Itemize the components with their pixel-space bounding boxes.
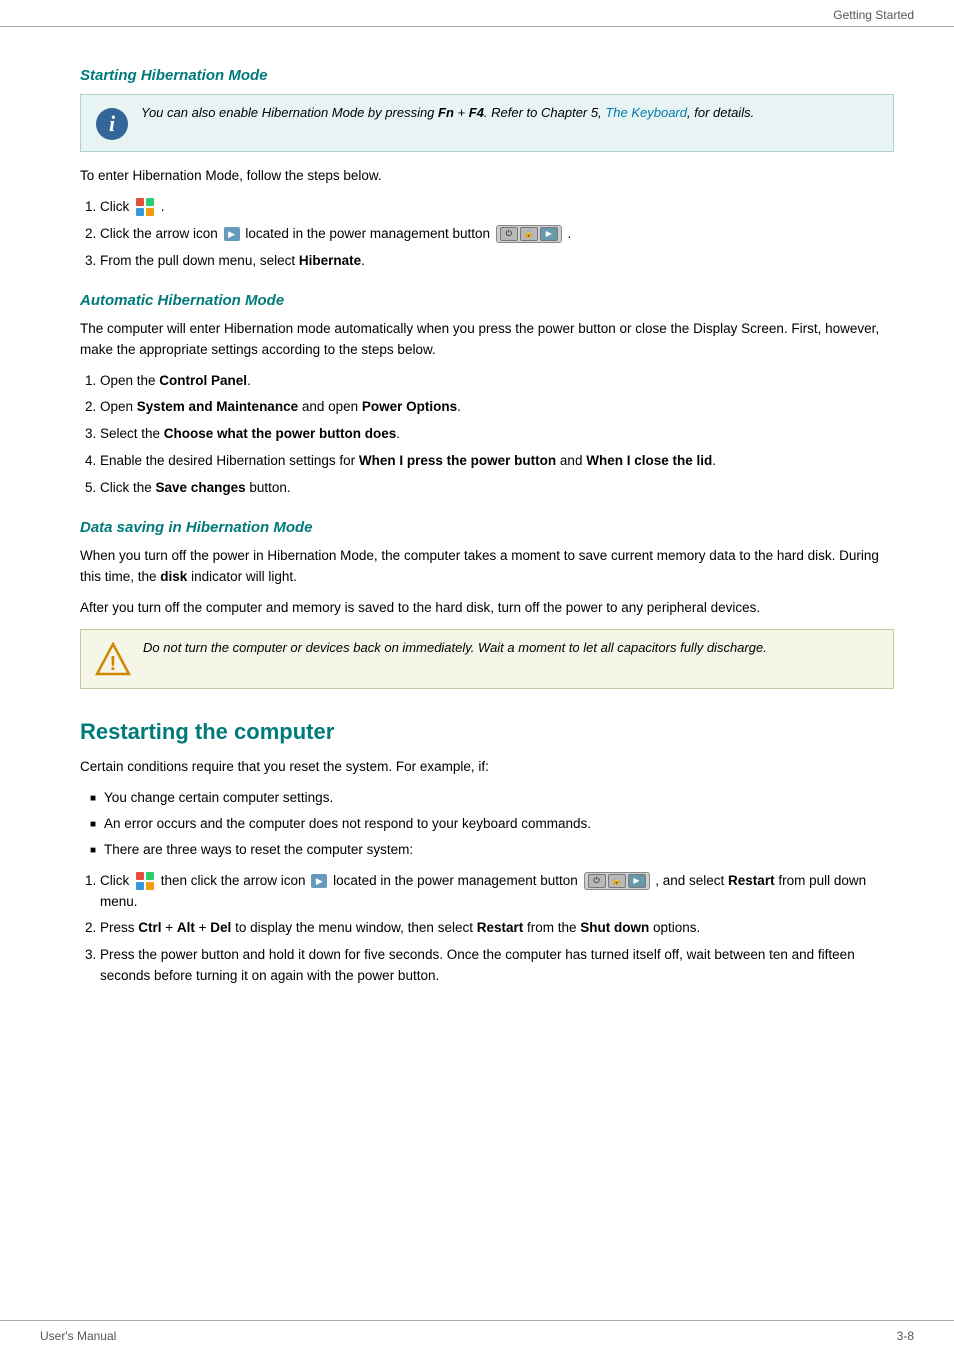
ctrl-bold: Ctrl bbox=[138, 920, 161, 935]
data-saving-para2: After you turn off the computer and memo… bbox=[80, 598, 894, 619]
info-box: i You can also enable Hibernation Mode b… bbox=[80, 94, 894, 152]
step2-period: . bbox=[568, 226, 572, 241]
info-suffix: . Refer to Chapter 5, bbox=[484, 105, 605, 120]
step2-pre: Click the arrow icon bbox=[100, 226, 218, 241]
disk-bold: disk bbox=[160, 569, 187, 584]
auto-step-1: Open the Control Panel. bbox=[100, 371, 894, 392]
warning-text: Do not turn the computer or devices back… bbox=[143, 640, 767, 655]
step2-mid: located in the power management button bbox=[245, 226, 490, 241]
info-f4: F4 bbox=[469, 105, 484, 120]
restart-step-1: Click then click the arrow icon ▶ locate… bbox=[100, 871, 894, 913]
arrow-icon: ▶ bbox=[224, 227, 240, 241]
restart-step-3: Press the power button and hold it down … bbox=[100, 945, 894, 987]
footer-right: 3-8 bbox=[897, 1329, 914, 1343]
bottom-bar: User's Manual 3-8 bbox=[0, 1320, 954, 1351]
warning-box: ! Do not turn the computer or devices ba… bbox=[80, 629, 894, 689]
auto-step2-bold1: System and Maintenance bbox=[137, 399, 298, 414]
power-management-strip: ⏻ 🔒 ▶ bbox=[496, 225, 562, 243]
main-content: Starting Hibernation Mode i You can also… bbox=[0, 27, 954, 1027]
starting-hibernation-intro: To enter Hibernation Mode, follow the st… bbox=[80, 166, 894, 187]
starting-hibernation-steps: Click . Click the arrow icon ▶ located i… bbox=[100, 197, 894, 272]
restarting-title: Restarting the computer bbox=[80, 719, 894, 745]
info-end: , for details. bbox=[687, 105, 754, 120]
starting-hibernation-title: Starting Hibernation Mode bbox=[80, 67, 894, 84]
info-icon: i bbox=[95, 107, 129, 141]
svg-text:!: ! bbox=[110, 653, 117, 675]
step1-pre: Click bbox=[100, 199, 129, 214]
bullet-2-text: An error occurs and the computer does no… bbox=[104, 814, 591, 835]
auto-step4-bold1: When I press the power button bbox=[359, 453, 556, 468]
automatic-hibernation-steps: Open the Control Panel. Open System and … bbox=[100, 371, 894, 500]
pm2-power-btn: ⏻ bbox=[588, 874, 606, 888]
info-plus1: + bbox=[454, 105, 469, 120]
power-management-strip-2: ⏻ 🔒 ▶ bbox=[584, 872, 650, 890]
data-saving-title: Data saving in Hibernation Mode bbox=[80, 519, 894, 536]
auto-step3-bold: Choose what the power button does bbox=[164, 426, 397, 441]
auto-step-2: Open System and Maintenance and open Pow… bbox=[100, 397, 894, 418]
pm-power-btn: ⏻ bbox=[500, 227, 518, 241]
bullet-1: You change certain computer settings. bbox=[90, 788, 894, 809]
del-bold: Del bbox=[210, 920, 231, 935]
info-text: You can also enable Hibernation Mode by … bbox=[141, 105, 754, 120]
auto-step5-bold: Save changes bbox=[156, 480, 246, 495]
bullet-3-text: There are three ways to reset the comput… bbox=[104, 840, 413, 861]
data-saving-para1-end: indicator will light. bbox=[187, 569, 297, 584]
top-bar: Getting Started bbox=[0, 0, 954, 27]
step3-pre: From the pull down menu, select bbox=[100, 253, 295, 268]
pm2-arrow-btn: ▶ bbox=[628, 874, 646, 888]
auto-step2-bold2: Power Options bbox=[362, 399, 457, 414]
restarting-intro: Certain conditions require that you rese… bbox=[80, 757, 894, 778]
restarting-steps: Click then click the arrow icon ▶ locate… bbox=[100, 871, 894, 988]
restart-bold: Restart bbox=[728, 873, 775, 888]
auto-step4-bold2: When I close the lid bbox=[586, 453, 712, 468]
data-saving-para1: When you turn off the power in Hibernati… bbox=[80, 546, 894, 588]
auto-step1-bold: Control Panel bbox=[159, 373, 247, 388]
info-fn: Fn bbox=[438, 105, 454, 120]
step3-end: . bbox=[361, 253, 365, 268]
restart-bold2: Restart bbox=[477, 920, 524, 935]
auto-step-5: Click the Save changes button. bbox=[100, 478, 894, 499]
restarting-bullets: You change certain computer settings. An… bbox=[90, 788, 894, 861]
bullet-1-text: You change certain computer settings. bbox=[104, 788, 333, 809]
step-3: From the pull down menu, select Hibernat… bbox=[100, 251, 894, 272]
footer-left: User's Manual bbox=[40, 1329, 116, 1343]
info-note-pre: You can also enable Hibernation Mode by … bbox=[141, 105, 438, 120]
pm-arrow-btn: ▶ bbox=[540, 227, 558, 241]
shutdown-bold: Shut down bbox=[580, 920, 649, 935]
step1-period: . bbox=[161, 199, 165, 214]
arrow-icon-2: ▶ bbox=[311, 874, 327, 888]
step3-hibernate: Hibernate bbox=[299, 253, 361, 268]
step-2: Click the arrow icon ▶ located in the po… bbox=[100, 224, 894, 245]
bullet-2: An error occurs and the computer does no… bbox=[90, 814, 894, 835]
warning-icon: ! bbox=[95, 642, 131, 678]
restart-step-2: Press Ctrl + Alt + Del to display the me… bbox=[100, 918, 894, 939]
keyboard-link[interactable]: The Keyboard bbox=[605, 105, 687, 120]
windows-start-icon bbox=[135, 197, 155, 217]
svg-text:i: i bbox=[109, 111, 116, 136]
auto-step-4: Enable the desired Hibernation settings … bbox=[100, 451, 894, 472]
step-1: Click . bbox=[100, 197, 894, 218]
pm2-lock-btn: 🔒 bbox=[608, 874, 626, 888]
auto-step-3: Select the Choose what the power button … bbox=[100, 424, 894, 445]
alt-bold: Alt bbox=[177, 920, 195, 935]
automatic-hibernation-para: The computer will enter Hibernation mode… bbox=[80, 319, 894, 361]
chapter-label: Getting Started bbox=[833, 8, 914, 22]
automatic-hibernation-title: Automatic Hibernation Mode bbox=[80, 292, 894, 309]
bullet-3: There are three ways to reset the comput… bbox=[90, 840, 894, 861]
windows-start-icon-2 bbox=[135, 871, 155, 891]
pm-lock-btn: 🔒 bbox=[520, 227, 538, 241]
